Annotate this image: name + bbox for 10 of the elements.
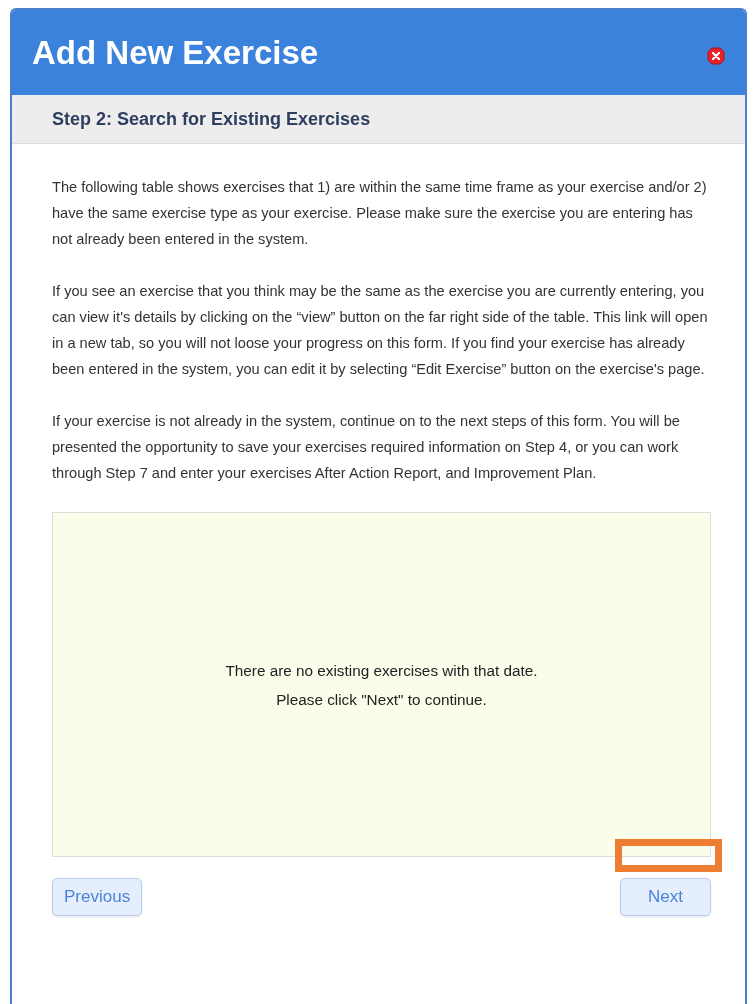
empty-message: There are no existing exercises with that date. xyxy=(225,660,538,681)
empty-message: Please click "Next" to continue. xyxy=(276,689,487,710)
close-icon[interactable] xyxy=(707,46,725,65)
instruction-paragraph: If your exercise is not already in the system, continue on to the next steps of this form. You will be presented the opportunity to save your exercises required information on Step 4, or you can work through Step 7 and enter your exercises After Action Report, and Improvement Plan. xyxy=(52,412,681,483)
instruction-paragraph: If you see an exercise that you think may be the same as the exercise you are currently entering, you can view it's details by clicking on the “view” button on the far right side of the table. This link will open in a new tab, so you will not loose your progress on this form. If you find your exercise has already been entered in the system, you can edit it by selecting “Edit Exercise” button on the exercise's page. xyxy=(52,282,709,379)
dialog-title: Add New Exercise xyxy=(32,33,319,72)
instruction-paragraph: The following table shows exercises that 1) are within the same time frame as your exercise and/or 2) have the same exercise type as your exercise. Please make sure the exercise you are entering has not already been entered in the system. xyxy=(52,178,708,249)
nav-button[interactable]: Previous xyxy=(52,878,143,916)
nav-button[interactable]: Next xyxy=(620,878,711,916)
step-title: Step 2: Search for Existing Exercises xyxy=(52,108,371,130)
